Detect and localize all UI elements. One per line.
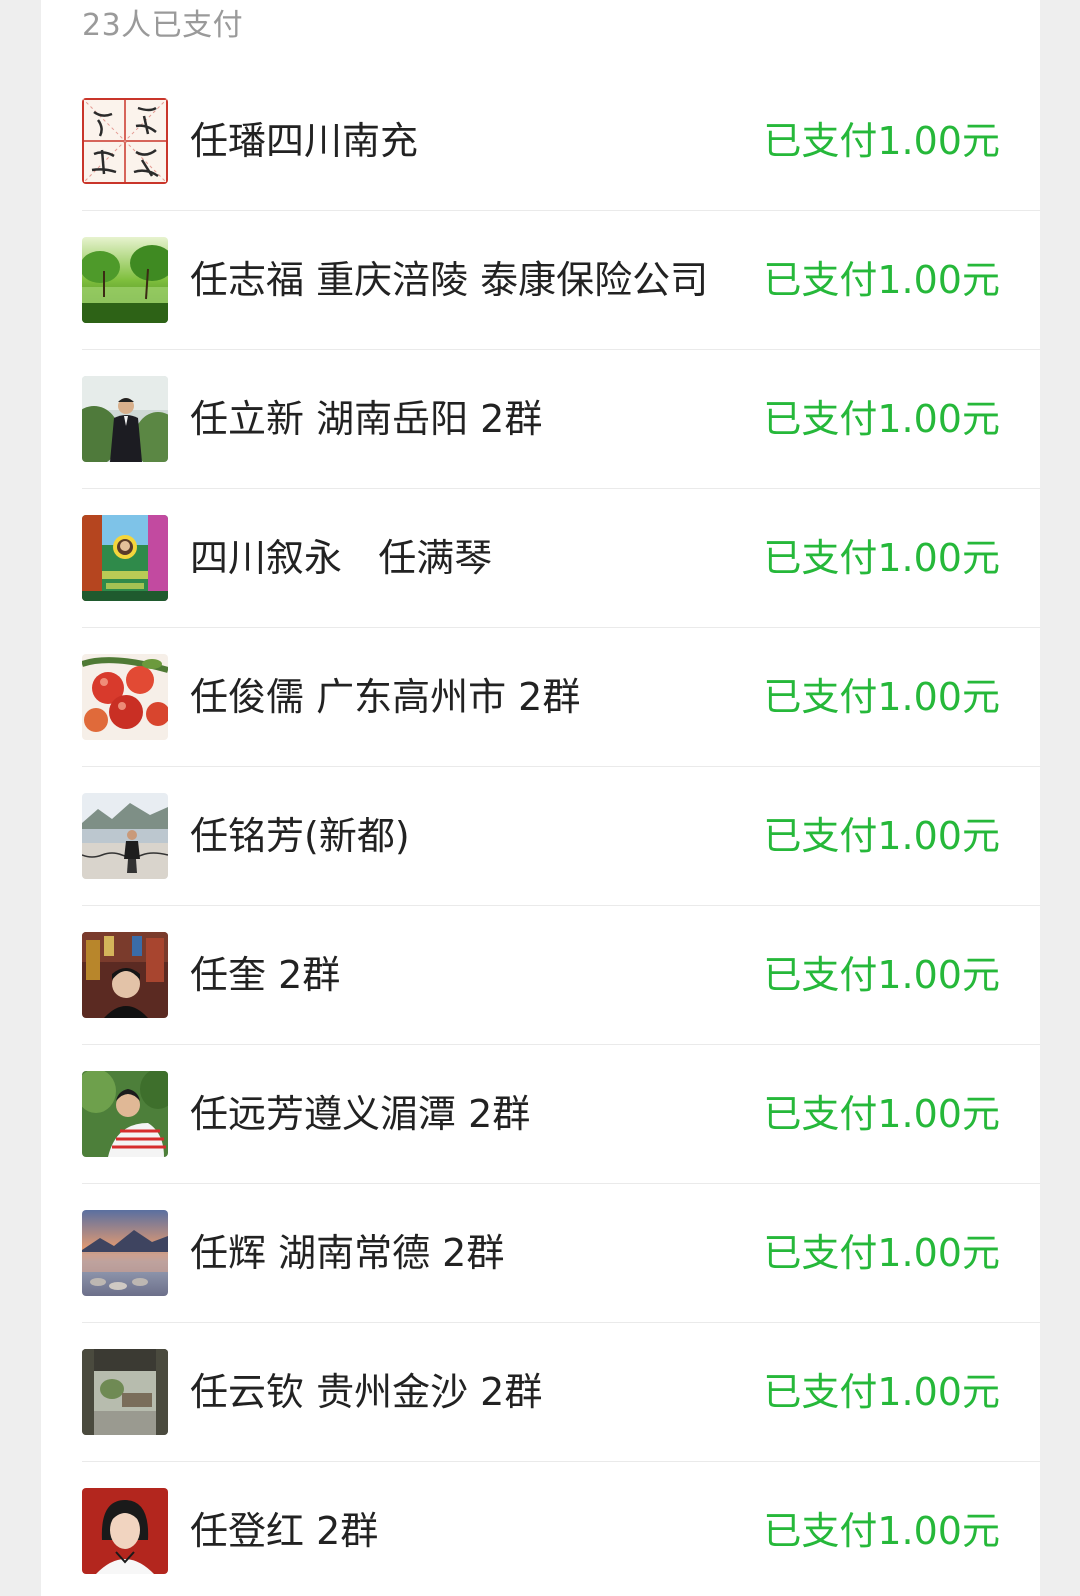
payment-status: 已支付1.00元 — [763, 1231, 1000, 1275]
payer-name: 任立新 湖南岳阳 2群 — [190, 397, 543, 441]
man-suit-outdoor-avatar[interactable] — [82, 376, 168, 462]
payment-status: 已支付1.00元 — [763, 675, 1000, 719]
payer-row[interactable]: 任云钦 贵州金沙 2群 已支付1.00元 — [82, 1323, 1040, 1462]
green-forest-avatar[interactable] — [82, 237, 168, 323]
shop-portrait-avatar[interactable] — [82, 932, 168, 1018]
payer-name: 任铭芳(新都) — [190, 814, 410, 858]
payer-row[interactable]: 任奎 2群 已支付1.00元 — [82, 906, 1040, 1045]
paid-count-summary: 23人已支付 — [82, 8, 244, 43]
payer-name: 任璠四川南充 — [190, 119, 419, 163]
payer-row[interactable]: 任璠四川南充 已支付1.00元 — [82, 72, 1040, 211]
payer-row[interactable]: 任登红 2群 已支付1.00元 — [82, 1462, 1040, 1596]
payer-name: 任志福 重庆涪陵 泰康保险公司 — [190, 258, 709, 302]
payer-row[interactable]: 任铭芳(新都) 已支付1.00元 — [82, 767, 1040, 906]
payment-status: 已支付1.00元 — [763, 1509, 1000, 1553]
colorful-garden-avatar[interactable] — [82, 515, 168, 601]
payer-list: 任璠四川南充 已支付1.00元 任志福 重庆涪陵 泰康保险公司 已支付1.00元… — [82, 72, 1040, 1596]
payer-row[interactable]: 四川叙永 任满琴 已支付1.00元 — [82, 489, 1040, 628]
calligraphy-avatar[interactable] — [82, 98, 168, 184]
lake-sunset-avatar[interactable] — [82, 1210, 168, 1296]
payer-name: 任登红 2群 — [190, 1509, 379, 1553]
payment-status: 已支付1.00元 — [763, 814, 1000, 858]
payment-status: 已支付1.00元 — [763, 258, 1000, 302]
payer-row[interactable]: 任志福 重庆涪陵 泰康保险公司 已支付1.00元 — [82, 211, 1040, 350]
payer-row[interactable]: 任远芳遵义湄潭 2群 已支付1.00元 — [82, 1045, 1040, 1184]
payer-name: 任奎 2群 — [190, 953, 341, 997]
payer-name: 任云钦 贵州金沙 2群 — [190, 1370, 543, 1414]
payer-row[interactable]: 任俊儒 广东高州市 2群 已支付1.00元 — [82, 628, 1040, 767]
payment-status: 已支付1.00元 — [763, 397, 1000, 441]
payer-name: 四川叙永 任满琴 — [190, 536, 493, 580]
payer-row[interactable]: 任立新 湖南岳阳 2群 已支付1.00元 — [82, 350, 1040, 489]
woman-portrait-avatar[interactable] — [82, 1488, 168, 1574]
payer-name: 任辉 湖南常德 2群 — [190, 1231, 505, 1275]
riverside-portrait-avatar[interactable] — [82, 793, 168, 879]
red-fruit-avatar[interactable] — [82, 654, 168, 740]
payment-list-card: 23人已支付 任璠四川南充 已支付1.00元 任志福 重庆涪陵 泰康保险公司 已… — [41, 0, 1040, 1596]
payment-status: 已支付1.00元 — [763, 1370, 1000, 1414]
payment-status: 已支付1.00元 — [763, 953, 1000, 997]
payer-row[interactable]: 任辉 湖南常德 2群 已支付1.00元 — [82, 1184, 1040, 1323]
payment-status: 已支付1.00元 — [763, 1092, 1000, 1136]
payer-name: 任远芳遵义湄潭 2群 — [190, 1092, 531, 1136]
gate-scene-avatar[interactable] — [82, 1349, 168, 1435]
payment-status: 已支付1.00元 — [763, 119, 1000, 163]
man-striped-shirt-avatar[interactable] — [82, 1071, 168, 1157]
payer-name: 任俊儒 广东高州市 2群 — [190, 675, 581, 719]
payment-status: 已支付1.00元 — [763, 536, 1000, 580]
